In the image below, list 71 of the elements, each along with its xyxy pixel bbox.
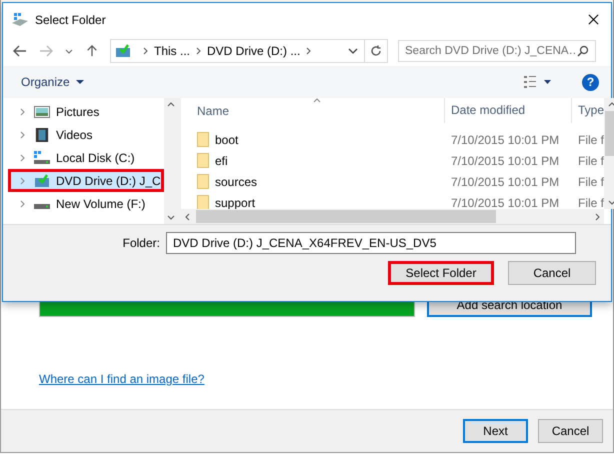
scroll-left-icon[interactable] xyxy=(185,212,190,220)
chevron-down-icon[interactable] xyxy=(65,48,73,54)
nav-tree-item[interactable]: New Volume (F:) xyxy=(3,192,164,215)
folder-field[interactable]: DVD Drive (D:) J_CENA_X64FREV_EN-US_DV5 xyxy=(166,232,576,254)
folder-label: Folder: xyxy=(122,236,161,250)
file-name[interactable]: sources xyxy=(215,174,258,188)
column-header[interactable]: Name xyxy=(181,104,444,118)
column-header[interactable]: Date modified xyxy=(444,98,571,123)
dialog-button[interactable]: Cancel xyxy=(508,261,596,285)
expand-chevron-icon[interactable] xyxy=(20,154,25,162)
chevron-right-icon xyxy=(143,47,148,55)
help-button[interactable]: ? xyxy=(582,74,599,90)
expand-chevron-icon[interactable] xyxy=(20,176,25,184)
expand-chevron-icon[interactable] xyxy=(20,200,25,208)
scroll-down-icon[interactable] xyxy=(166,215,174,220)
search-field[interactable]: Search DVD Drive (D:) J_CENA… xyxy=(398,40,596,62)
window-title: Select Folder xyxy=(35,12,106,26)
type-cell-text: File f xyxy=(577,174,604,188)
search-icon xyxy=(577,45,589,57)
date-cell-text: 7/10/2015 10:01 PM xyxy=(450,196,560,209)
footer-button[interactable]: Next xyxy=(463,419,528,443)
back-arrow-icon[interactable] xyxy=(13,45,27,57)
chevron-right-icon xyxy=(306,47,312,55)
scroll-thumb[interactable] xyxy=(196,210,496,223)
close-icon[interactable] xyxy=(588,14,599,25)
type-cell-text: File f xyxy=(577,132,604,146)
date-cell-text: 7/10/2015 10:01 PM xyxy=(450,154,560,168)
nav-tree-item[interactable]: DVD Drive (D:) J_C xyxy=(8,169,164,192)
date-cell-text: 7/10/2015 10:01 PM xyxy=(450,174,560,188)
view-options-icon[interactable] xyxy=(524,76,552,88)
scroll-up-icon[interactable] xyxy=(166,102,174,107)
scrollbar[interactable] xyxy=(164,98,177,224)
nav-tree-item[interactable]: Local Disk (C:) xyxy=(3,146,164,169)
dvd-drive-icon xyxy=(115,44,131,58)
folder-picker-icon xyxy=(11,12,29,26)
system-drive-icon xyxy=(34,150,50,164)
nav-tree-item[interactable]: Pictures xyxy=(3,100,164,123)
type-cell-text: File f xyxy=(577,154,604,168)
folder-icon xyxy=(197,132,209,147)
expand-chevron-icon[interactable] xyxy=(20,108,25,116)
expand-chevron-icon[interactable] xyxy=(20,130,25,138)
file-name[interactable]: boot xyxy=(215,132,238,146)
folder-icon xyxy=(197,153,209,168)
scroll-up-icon[interactable] xyxy=(608,102,614,107)
refresh-icon[interactable] xyxy=(370,45,382,57)
hard-drive-icon xyxy=(34,204,50,209)
sort-caret-icon xyxy=(313,98,321,103)
folder-icon xyxy=(197,174,209,189)
folder-icon xyxy=(197,195,209,209)
organize-menu[interactable]: Organize xyxy=(19,73,86,91)
caret-icon xyxy=(76,80,84,84)
breadcrumb[interactable]: DVD Drive (D:) ... xyxy=(207,44,300,58)
up-arrow-icon[interactable] xyxy=(85,45,99,57)
pictures-folder-icon xyxy=(34,104,50,118)
breadcrumb[interactable]: This ... xyxy=(154,44,190,58)
help-link[interactable]: Where can I find an image file? xyxy=(39,372,204,386)
date-cell-text: 7/10/2015 10:01 PM xyxy=(450,132,560,146)
nav-tree-item[interactable]: Videos xyxy=(3,123,164,146)
type-cell-text: File f xyxy=(577,196,604,209)
scroll-down-icon[interactable] xyxy=(608,200,614,205)
scrollbar[interactable] xyxy=(181,209,604,224)
chevron-down-icon[interactable] xyxy=(348,48,358,54)
address-bar[interactable]: This ... DVD Drive (D:) ... xyxy=(110,39,388,63)
file-name[interactable]: efi xyxy=(215,154,228,168)
footer-button[interactable]: Cancel xyxy=(538,419,603,443)
dvd-drive-icon xyxy=(34,174,50,188)
chevron-right-icon xyxy=(196,47,202,55)
dialog-button[interactable]: Select Folder xyxy=(388,261,494,285)
film-icon xyxy=(34,128,50,142)
file-name[interactable]: support xyxy=(215,196,256,209)
scroll-right-icon[interactable] xyxy=(595,212,600,220)
